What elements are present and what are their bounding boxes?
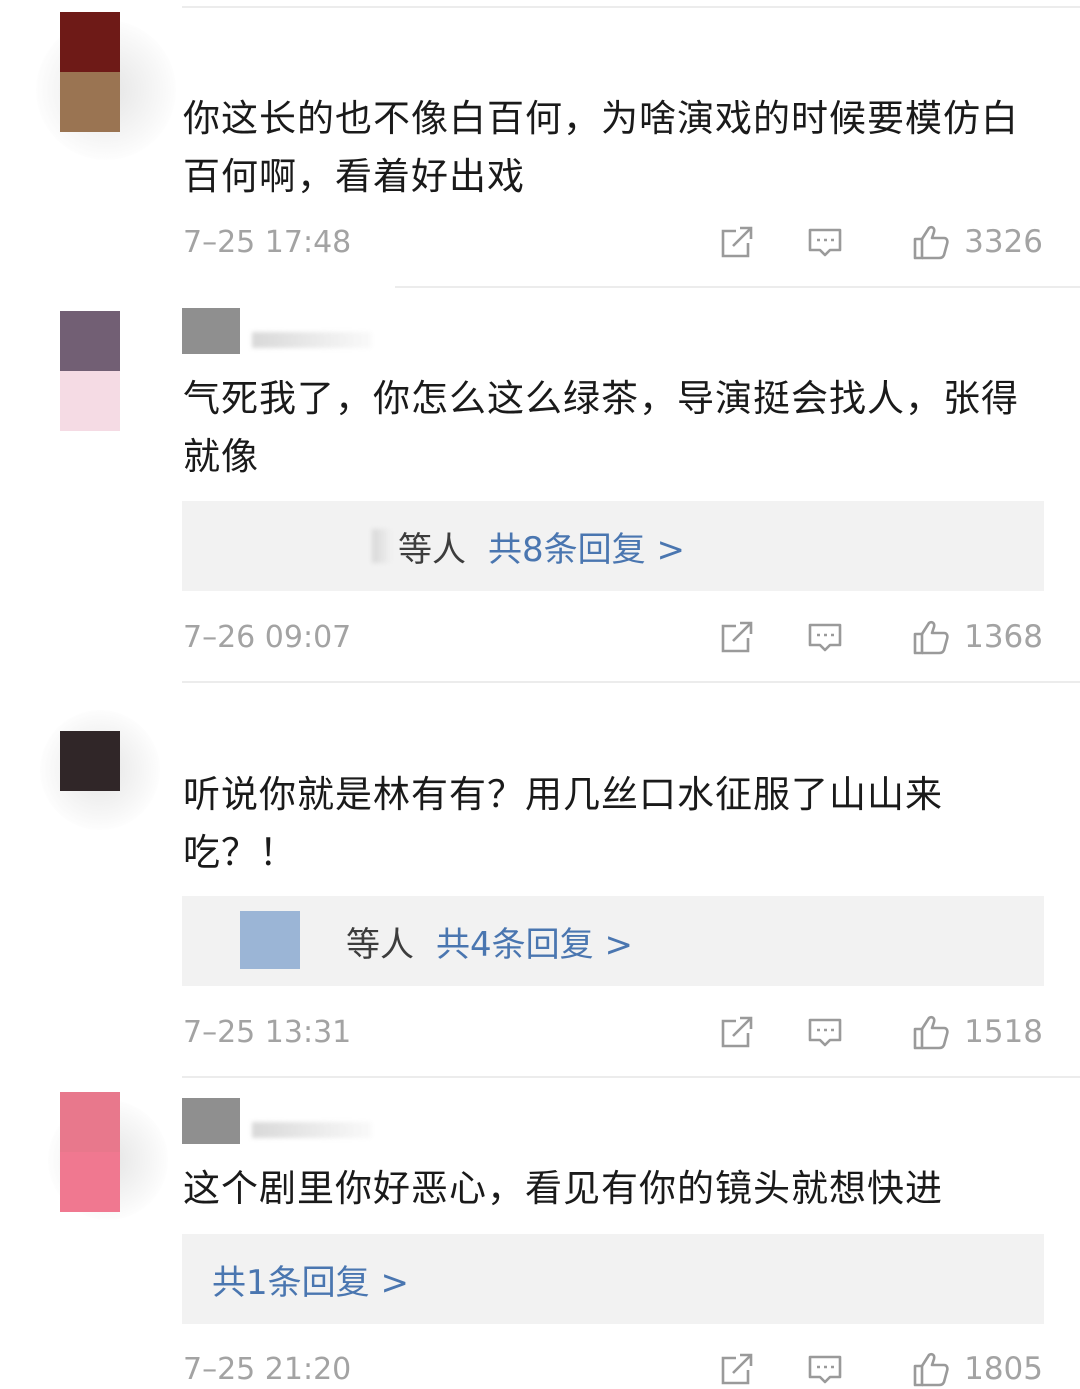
replies-link[interactable]: 共1条回复 > [212, 1255, 409, 1304]
replies-users: 等人 [398, 529, 466, 570]
replies-link[interactable]: 共8条回复 > [488, 522, 685, 571]
avatar[interactable] [60, 311, 120, 431]
like-icon[interactable] [912, 1013, 950, 1051]
like-count: 1368 [964, 619, 1043, 655]
like-count: 1805 [964, 1351, 1043, 1387]
like-count: 3326 [964, 224, 1043, 260]
avatar[interactable] [60, 731, 120, 791]
like-count: 1518 [964, 1014, 1043, 1050]
avatar[interactable] [60, 12, 120, 132]
comment-time: 7–26 09:07 [183, 619, 352, 655]
comment-time: 7–25 17:48 [183, 224, 352, 260]
comment-icon[interactable] [806, 1013, 844, 1051]
comment-meta: 7–25 17:48 3326 [183, 222, 1043, 262]
comment-meta: 7–25 13:31 1518 [183, 1012, 1043, 1052]
divider-top [182, 6, 1080, 8]
comment-icon[interactable] [806, 223, 844, 261]
comment-meta: 7–26 09:07 1368 [183, 617, 1043, 657]
like-icon[interactable] [912, 618, 950, 656]
share-icon[interactable] [718, 1013, 756, 1051]
username-redacted [182, 308, 372, 356]
replies-box[interactable]: 共1条回复 > [182, 1234, 1044, 1324]
replies-users: 等人 [346, 924, 414, 965]
comment-icon[interactable] [806, 618, 844, 656]
reply-avatar [240, 911, 300, 969]
comment-text: 你这长的也不像白百何，为啥演戏的时候要模仿白百何啊，看着好出戏 [183, 97, 1019, 198]
comment-text: 听说你就是林有有？用几丝口水征服了山山来吃？！ [183, 773, 943, 874]
share-icon[interactable] [718, 1350, 756, 1388]
comment-text: 气死我了，你怎么这么绿茶，导演挺会找人，张得就像 [183, 377, 1019, 478]
comment-meta: 7–25 21:20 1805 [183, 1349, 1043, 1389]
username-redacted [182, 1098, 372, 1146]
replies-link[interactable]: 共4条回复 > [436, 917, 633, 966]
replies-box[interactable]: 等人 共8条回复 > [182, 501, 1044, 591]
comment-time: 7–25 21:20 [183, 1351, 352, 1387]
divider [395, 286, 1080, 288]
comment-time: 7–25 13:31 [183, 1014, 352, 1050]
comment-icon[interactable] [806, 1350, 844, 1388]
like-icon[interactable] [912, 1350, 950, 1388]
divider [182, 1076, 1080, 1078]
share-icon[interactable] [718, 618, 756, 656]
comment-text: 这个剧里你好恶心，看见有你的镜头就想快进 [183, 1167, 943, 1210]
like-icon[interactable] [912, 223, 950, 261]
replies-box[interactable]: 等人 共4条回复 > [182, 896, 1044, 986]
divider [182, 681, 1080, 683]
share-icon[interactable] [718, 223, 756, 261]
avatar[interactable] [60, 1092, 120, 1212]
